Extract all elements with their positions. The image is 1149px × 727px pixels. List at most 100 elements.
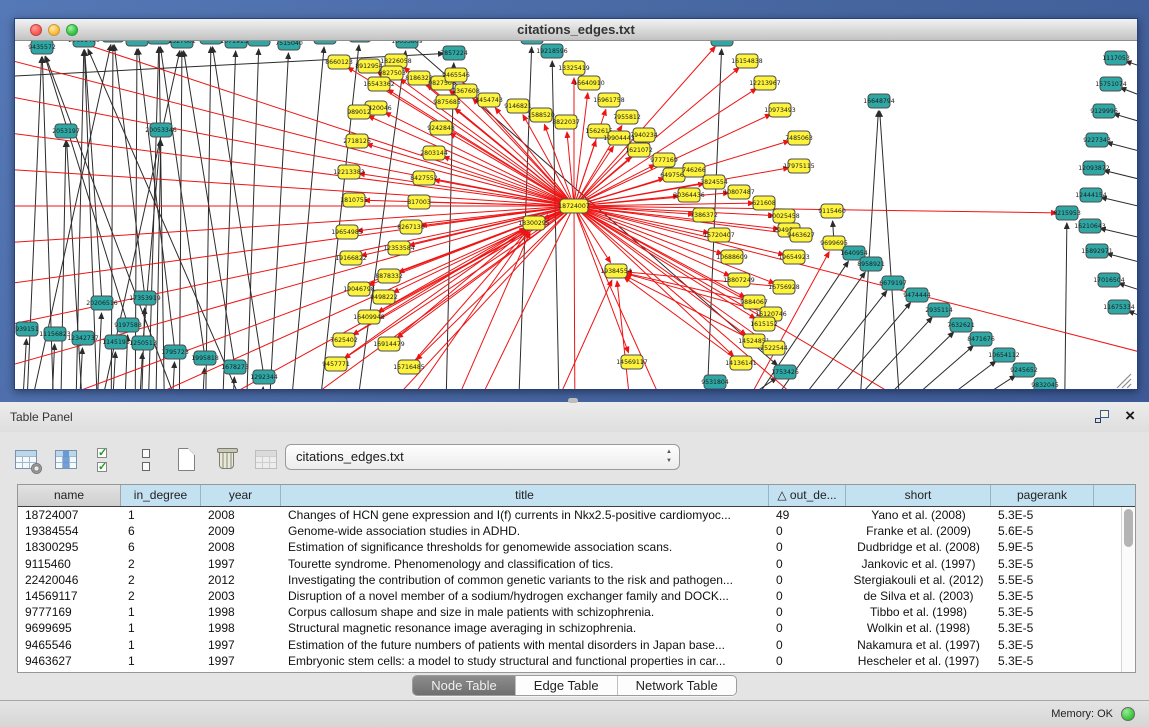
column-header-out_degree[interactable]: △ out_de...: [769, 485, 846, 506]
network-node[interactable]: 1588520: [527, 108, 555, 122]
network-node[interactable]: 20206516: [86, 296, 118, 310]
network-node[interactable]: 8454743: [475, 93, 503, 107]
network-node[interactable]: 8215953: [1053, 206, 1081, 220]
network-node[interactable]: 2935114: [925, 303, 953, 317]
network-node[interactable]: 19654923: [778, 250, 810, 264]
network-node[interactable]: 8822037: [552, 115, 580, 129]
table-row[interactable]: 946554611997Estimation of the future num…: [18, 637, 1121, 653]
network-node[interactable]: 817003: [407, 195, 431, 209]
network-node[interactable]: 19218596: [536, 44, 568, 58]
network-node[interactable]: 1145193: [102, 335, 130, 349]
network-node[interactable]: 1810755: [340, 193, 368, 207]
network-node[interactable]: 9129996: [1090, 104, 1118, 118]
network-node[interactable]: 20863914: [344, 41, 376, 42]
table-row[interactable]: 2242004622012Investigating the contribut…: [18, 572, 1121, 588]
stacked-boxes-icon[interactable]: [134, 447, 160, 473]
tab-edge-table[interactable]: Edge Table: [516, 676, 618, 695]
network-node[interactable]: 939151: [15, 322, 39, 336]
network-node[interactable]: 7857224: [440, 46, 468, 60]
network-node[interactable]: 17016504: [1093, 273, 1125, 287]
network-window[interactable]: citations_edges.txt 18724007183002951938…: [14, 18, 1138, 390]
table-scrollbar[interactable]: [1121, 507, 1135, 672]
network-node[interactable]: 2718126: [343, 134, 371, 148]
network-node[interactable]: 9832045: [1031, 378, 1059, 389]
network-node[interactable]: 9531804: [701, 375, 729, 389]
network-node[interactable]: 18300295: [518, 216, 550, 230]
network-node[interactable]: 9465546: [442, 68, 470, 82]
network-node[interactable]: 1327602: [168, 41, 196, 48]
network-node[interactable]: 1117053: [1102, 51, 1130, 65]
network-node[interactable]: 9242848: [427, 121, 455, 135]
network-node[interactable]: 1250513: [129, 336, 157, 350]
network-node[interactable]: 15716485: [393, 360, 425, 374]
table-row[interactable]: 946362711997Embryonic stem cells: a mode…: [18, 653, 1121, 669]
column-header-short[interactable]: short: [846, 485, 991, 506]
network-node[interactable]: 8660123: [325, 55, 353, 69]
network-node[interactable]: 20053346: [145, 123, 177, 137]
column-header-pagerank[interactable]: pagerank: [991, 485, 1094, 506]
network-node[interactable]: 9777169: [650, 153, 678, 167]
network-node[interactable]: 17975115: [783, 159, 815, 173]
network-window-titlebar[interactable]: citations_edges.txt: [15, 19, 1137, 41]
network-node[interactable]: 989012: [347, 105, 371, 119]
network-node[interactable]: 16961758: [593, 93, 625, 107]
network-node[interactable]: 9115460: [818, 204, 846, 218]
network-node[interactable]: 20691406: [68, 41, 100, 47]
network-node[interactable]: 9463627: [787, 228, 815, 242]
network-node[interactable]: 13325419: [558, 61, 590, 75]
network-node[interactable]: 8813054: [518, 41, 546, 44]
network-node[interactable]: 12342737: [67, 331, 99, 345]
network-node[interactable]: 16756928: [768, 280, 800, 294]
network-node[interactable]: 12093872: [1078, 161, 1110, 175]
tab-node-table[interactable]: Node Table: [413, 676, 516, 695]
network-node[interactable]: 8427552: [410, 171, 438, 185]
column-header-name[interactable]: name: [18, 485, 121, 506]
network-node[interactable]: 2053197: [52, 124, 80, 138]
network-node[interactable]: 15720407: [703, 228, 735, 242]
network-node[interactable]: 10025458: [768, 209, 800, 223]
network-node[interactable]: 10688609: [716, 250, 748, 264]
network-node[interactable]: 1292344: [250, 370, 278, 384]
network-node[interactable]: 2803144: [420, 146, 448, 160]
network-node[interactable]: 1995818: [191, 351, 219, 365]
zoom-window-button[interactable]: [66, 24, 78, 36]
network-node[interactable]: 3824554: [700, 175, 728, 189]
network-node[interactable]: 19654985: [331, 225, 363, 239]
network-node[interactable]: 10654112: [988, 348, 1020, 362]
network-node[interactable]: 14569117: [616, 355, 648, 369]
network-node[interactable]: 8958921: [857, 257, 885, 271]
network-node[interactable]: 16640910: [573, 76, 605, 90]
table-row[interactable]: 1456911722003Disruption of a novel membe…: [18, 588, 1121, 604]
network-node[interactable]: 1615152: [750, 317, 778, 331]
table-row[interactable]: 1872400712008Changes of HCN gene express…: [18, 507, 1121, 523]
select-rows-icon[interactable]: ✓✓: [94, 447, 120, 473]
network-node[interactable]: 9457771: [322, 357, 350, 371]
network-node[interactable]: 2087682: [708, 41, 736, 46]
float-panel-icon[interactable]: [1095, 410, 1109, 423]
network-node[interactable]: 10973493: [764, 103, 796, 117]
table-row[interactable]: 969969511998Structural magnetic resonanc…: [18, 620, 1121, 636]
new-column-icon[interactable]: [174, 447, 200, 473]
network-node[interactable]: 8267130: [397, 220, 425, 234]
network-node[interactable]: 1753426: [771, 365, 799, 379]
network-node[interactable]: 18311981: [309, 41, 341, 44]
network-node[interactable]: 7625402: [330, 333, 358, 347]
network-node[interactable]: 9227343: [1083, 133, 1111, 147]
network-node[interactable]: 18724007: [558, 199, 590, 213]
network-node[interactable]: 16409948: [353, 310, 385, 324]
column-header-in_degree[interactable]: in_degree: [121, 485, 201, 506]
network-node[interactable]: 17353919: [129, 291, 161, 305]
close-window-button[interactable]: [30, 24, 42, 36]
network-node[interactable]: 6679197: [879, 276, 907, 290]
network-node[interactable]: 19166822: [335, 251, 367, 265]
table-row[interactable]: 1830029562008Estimation of significance …: [18, 539, 1121, 555]
network-node[interactable]: 10807487: [723, 185, 755, 199]
network-node[interactable]: 16210643: [1074, 219, 1106, 233]
table-mode-icon[interactable]: [14, 447, 40, 473]
network-node[interactable]: 18807249: [723, 273, 755, 287]
network-node[interactable]: 12213383: [333, 165, 365, 179]
network-node[interactable]: 15751074: [1095, 77, 1127, 91]
close-panel-icon[interactable]: ×: [1125, 406, 1135, 426]
network-node[interactable]: 7632621: [947, 318, 975, 332]
network-node[interactable]: 1621072: [625, 143, 653, 157]
